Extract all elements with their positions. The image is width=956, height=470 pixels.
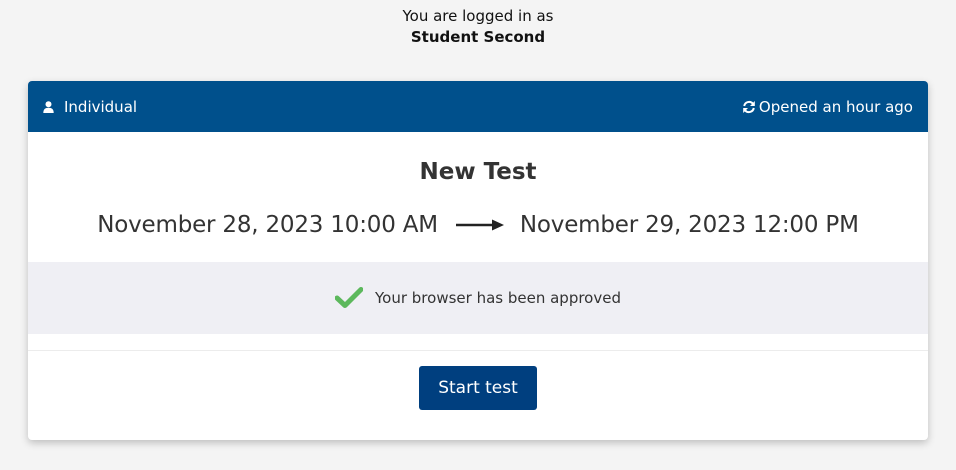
start-test-button[interactable]: Start test: [419, 366, 537, 410]
open-status: Opened an hour ago: [742, 98, 913, 116]
refresh-icon: [742, 100, 756, 114]
date-range: November 28, 2023 10:00 AM November 29, …: [28, 212, 928, 238]
browser-approval-banner: Your browser has been approved: [28, 262, 928, 334]
end-datetime: November 29, 2023 12:00 PM: [519, 212, 859, 238]
browser-approval-message: Your browser has been approved: [375, 289, 621, 307]
checkmark-icon: [335, 287, 363, 309]
mode-label: Individual: [64, 97, 138, 116]
card-header: Individual Opened an hour ago: [28, 81, 928, 132]
start-datetime: November 28, 2023 10:00 AM: [97, 212, 438, 238]
divider: [28, 350, 928, 351]
open-status-label: Opened an hour ago: [758, 97, 913, 116]
user-icon: [43, 100, 54, 113]
test-title: New Test: [419, 159, 537, 185]
arrow-right-icon: [455, 219, 504, 231]
login-info: You are logged in as Student Second: [0, 6, 956, 48]
login-prefix: You are logged in as: [402, 7, 554, 25]
logged-in-user-name: Student Second: [410, 28, 546, 46]
test-card: Individual Opened an hour ago New Test N…: [28, 81, 928, 440]
mode-indicator: Individual: [43, 98, 137, 116]
